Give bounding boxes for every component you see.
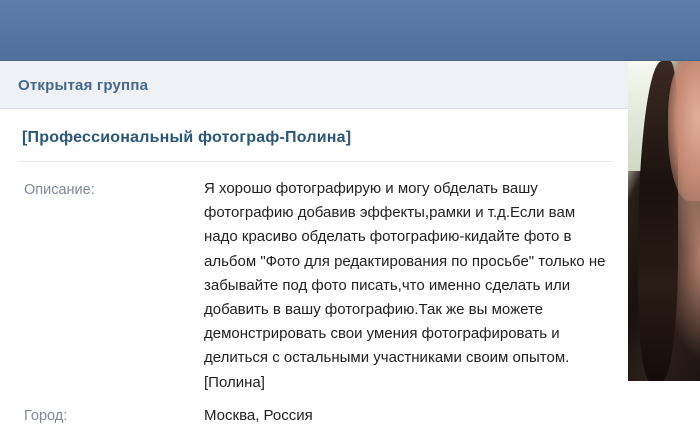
- group-title[interactable]: [Профессиональный фотограф-Полина]: [22, 129, 351, 147]
- group-avatar-image[interactable]: [628, 61, 700, 381]
- description-label: Описание:: [24, 182, 95, 198]
- top-navigation-bar: [0, 0, 700, 61]
- title-divider: [18, 161, 612, 162]
- city-value: Москва, Россия: [204, 407, 313, 424]
- description-text: Я хорошо фотографирую и могу обделать ва…: [204, 180, 606, 391]
- group-page: Открытая группа [Профессиональный фотогр…: [0, 61, 700, 442]
- city-label: Город:: [24, 408, 68, 424]
- group-type-label: Открытая группа: [18, 77, 149, 94]
- group-header: Открытая группа: [0, 61, 700, 109]
